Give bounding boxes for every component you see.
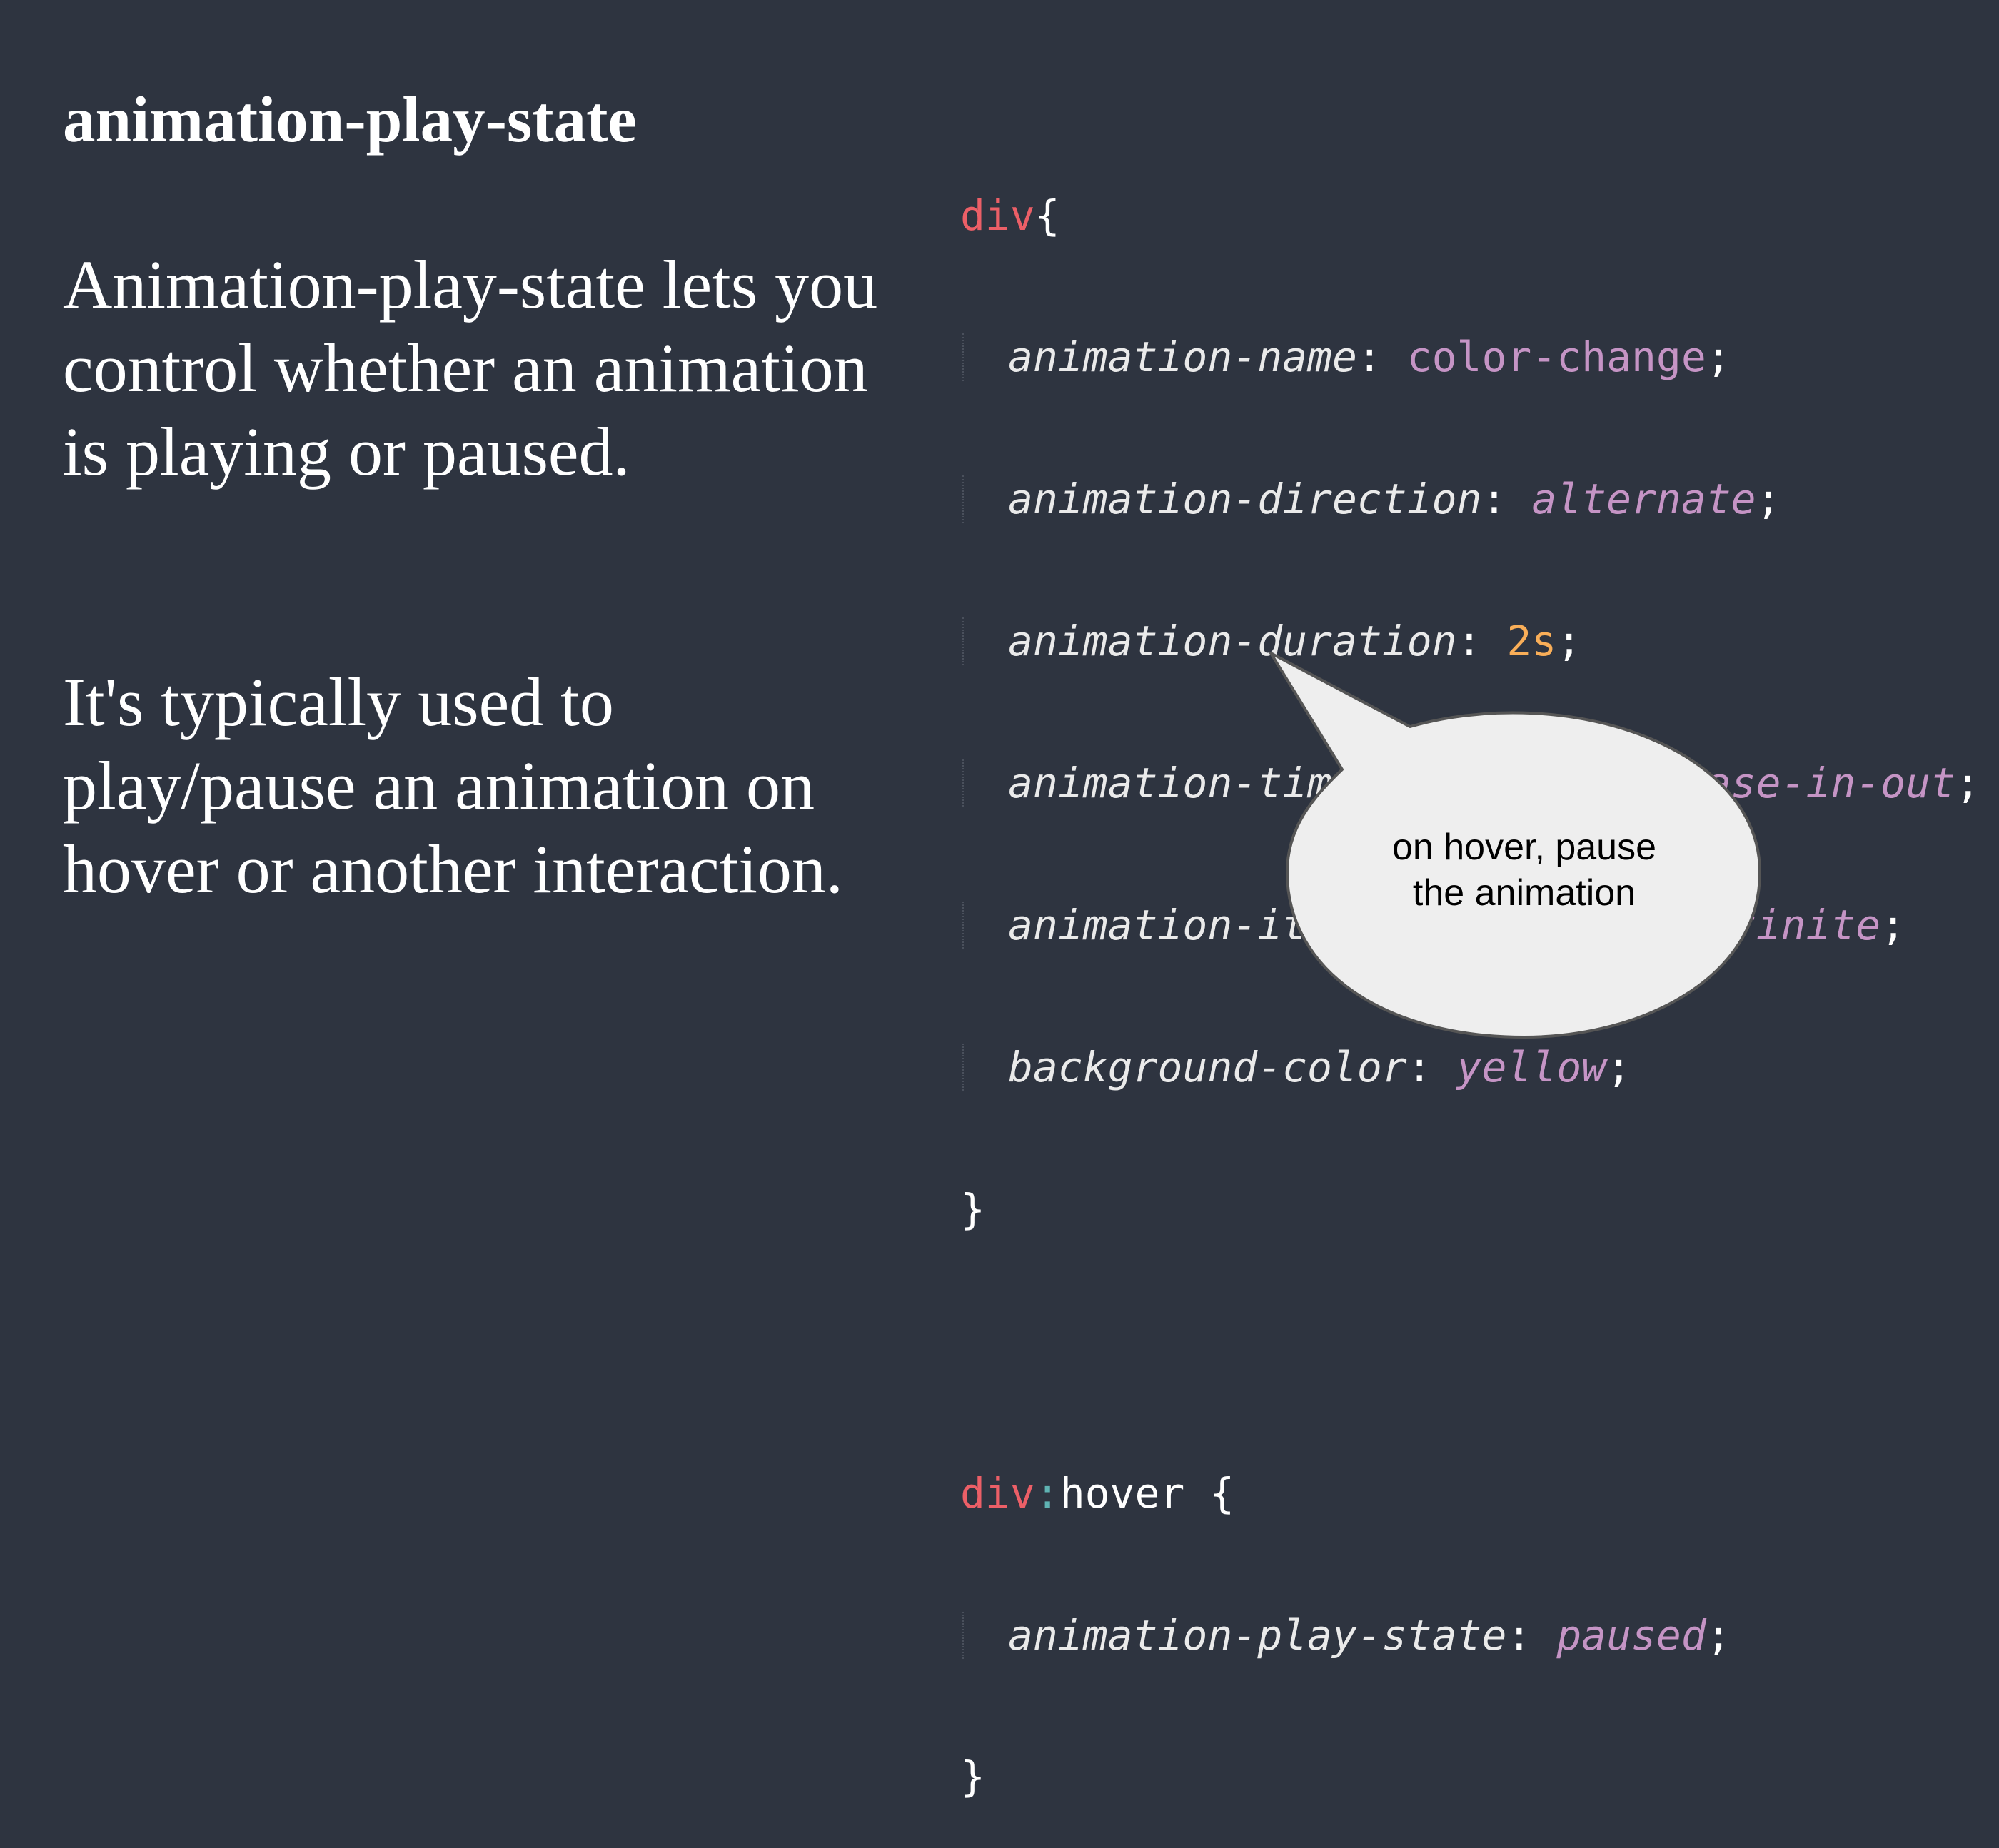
semicolon: ; (1606, 1042, 1631, 1091)
code-line-declaration: background-color: yellow; (960, 1044, 1980, 1091)
code-line-declaration: animation-timing-function: ease-in-out; (960, 759, 1980, 807)
speech-bubble-text: on hover, pause the animation (1310, 824, 1738, 916)
css-value: alternate (1531, 475, 1756, 524)
css-property: animation-direction (1008, 475, 1482, 524)
code-line-close: } (960, 1753, 1980, 1800)
css-property: animation-play-state (1008, 1610, 1507, 1660)
code-line-declaration: animation-duration: 2s; (960, 617, 1980, 665)
colon: : (1506, 1610, 1532, 1660)
speech-bubble-line: on hover, pause (1391, 827, 1657, 868)
css-property: background-color (1008, 1042, 1407, 1091)
colon: : (1456, 617, 1482, 666)
css-value: ease-in-out (1681, 759, 1955, 808)
close-brace: } (960, 1752, 985, 1802)
semicolon: ; (1880, 901, 1906, 950)
css-pseudo-class: hover (1059, 1468, 1185, 1518)
code-line-declaration: animation-name: color-change; (960, 333, 1980, 382)
semicolon: ; (1756, 475, 1781, 524)
colon: : (1481, 475, 1507, 524)
code-line-declaration: animation-play-state: paused; (960, 1610, 1980, 1660)
open-brace: { (1034, 191, 1060, 240)
code-line-selector: div:hover { (960, 1468, 1980, 1518)
semicolon: ; (1955, 759, 1980, 808)
css-selector: div (960, 191, 1035, 240)
css-value: yellow (1456, 1042, 1607, 1091)
code-line-selector: div{ (960, 191, 1980, 240)
css-selector: div (960, 1468, 1035, 1518)
semicolon: ; (1556, 617, 1582, 666)
css-value: paused (1556, 1610, 1706, 1660)
css-property: animation-name (1008, 333, 1357, 382)
open-brace: { (1184, 1468, 1235, 1518)
description-paragraph: Animation-play-state lets you control wh… (63, 246, 878, 490)
code-snippet: div{ animation-name: color-change; anima… (960, 97, 1980, 1848)
semicolon: ; (1706, 1610, 1731, 1660)
pseudo-colon: : (1034, 1468, 1060, 1518)
css-number-value: 2s (1506, 617, 1557, 666)
colon: : (1631, 759, 1656, 808)
code-line-declaration: animation-direction: alternate; (960, 475, 1980, 524)
colon: : (1356, 333, 1382, 382)
usage-paragraph: It's typically used to play/pause an ani… (63, 664, 843, 907)
semicolon: ; (1706, 333, 1731, 382)
speech-bubble-line: the animation (1412, 872, 1636, 914)
colon: : (1406, 1042, 1432, 1091)
css-property: animation-timing-function (1008, 759, 1631, 808)
code-line-close: } (960, 1186, 1980, 1233)
css-value: color-change (1406, 333, 1706, 382)
slide-title: animation-play-state (63, 84, 637, 156)
css-property: animation-duration (1008, 617, 1457, 666)
close-brace: } (960, 1184, 985, 1233)
